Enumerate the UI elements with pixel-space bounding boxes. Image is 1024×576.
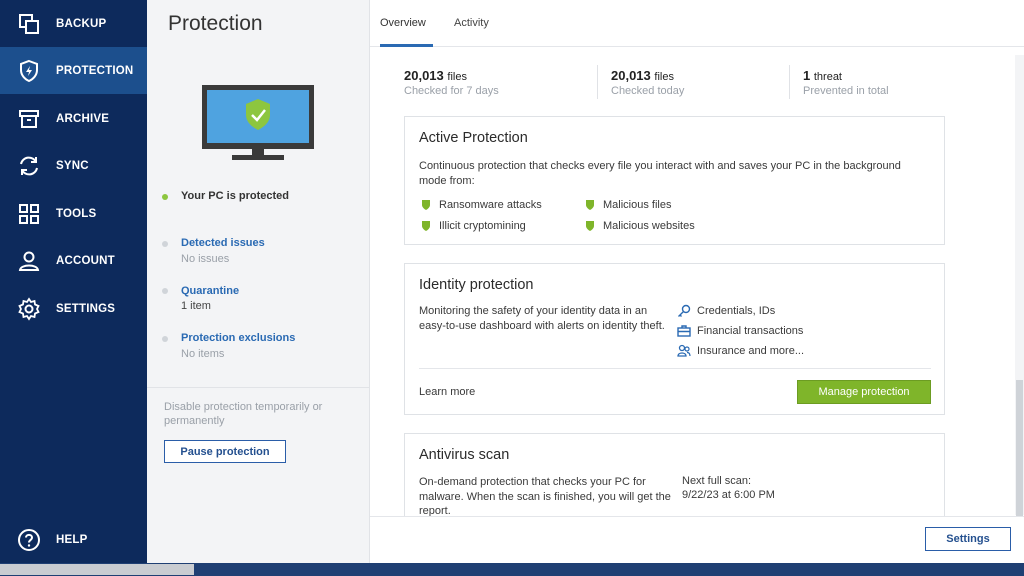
nav-backup[interactable]: BACKUP	[0, 0, 147, 47]
identity-feature-credentials: Credentials, IDs	[697, 305, 776, 317]
tab-overview[interactable]: Overview	[380, 17, 426, 29]
stat-threats-label: Prevented in total	[803, 85, 889, 97]
nav-settings[interactable]: SETTINGS	[0, 285, 147, 332]
green-shield-icon	[422, 200, 430, 210]
detected-issues-value: No issues	[181, 253, 230, 265]
key-icon	[678, 304, 691, 317]
protected-monitor-icon	[202, 85, 314, 160]
tab-activity[interactable]: Activity	[454, 17, 489, 29]
stat-checked-today-label: Checked today	[611, 85, 685, 97]
nav-tools-label: TOOLS	[56, 207, 97, 220]
stat-checked-7-days: 20,013 files	[404, 68, 467, 83]
bullet-dot	[162, 241, 168, 247]
nav-protection-label: PROTECTION	[56, 64, 134, 77]
protection-exclusions-value: No items	[181, 348, 225, 360]
bullet-dot	[162, 336, 168, 342]
gear-icon	[17, 297, 41, 321]
page-title: Protection	[168, 12, 263, 35]
sidebar: BACKUP PROTECTION ARCHIVE SYNC TOOLS ACC…	[0, 0, 147, 563]
active-protection-card: Active Protection Continuous protection …	[404, 116, 945, 245]
nav-tools[interactable]: TOOLS	[0, 190, 147, 237]
vertical-scrollbar-thumb[interactable]	[1016, 380, 1023, 516]
nav-protection[interactable]: PROTECTION	[0, 47, 147, 94]
tab-active-indicator	[380, 44, 433, 47]
quarantine-value: 1 item	[181, 300, 211, 312]
backup-icon	[17, 12, 41, 36]
next-scan-label: Next full scan:	[682, 475, 752, 487]
sync-icon	[17, 154, 41, 178]
tab-bar: Overview Activity	[370, 0, 1024, 47]
horizontal-scrollbar-thumb[interactable]	[0, 564, 194, 575]
stat-separator	[597, 65, 598, 99]
status-dot	[162, 194, 168, 200]
detected-issues-link[interactable]: Detected issues	[181, 237, 265, 249]
nav-account[interactable]: ACCOUNT	[0, 237, 147, 284]
help-icon	[17, 528, 41, 552]
nav-account-label: ACCOUNT	[56, 254, 115, 267]
identity-feature-financial: Financial transactions	[697, 325, 804, 337]
nav-sync[interactable]: SYNC	[0, 142, 147, 189]
people-icon	[677, 344, 691, 357]
next-scan-value: 9/22/23 at 6:00 PM	[682, 489, 775, 501]
nav-archive[interactable]: ARCHIVE	[0, 95, 147, 142]
antivirus-scan-title: Antivirus scan	[419, 447, 510, 463]
disable-protection-text: Disable protection temporarily or perman…	[164, 401, 323, 427]
nav-archive-label: ARCHIVE	[56, 112, 110, 125]
nav-settings-label: SETTINGS	[56, 302, 116, 315]
manage-protection-button[interactable]: Manage protection	[797, 380, 931, 404]
pause-protection-button[interactable]: Pause protection	[164, 440, 286, 463]
antivirus-scan-description: On-demand protection that checks your PC…	[419, 476, 671, 517]
learn-more-link[interactable]: Learn more	[419, 386, 475, 398]
identity-protection-title: Identity protection	[419, 277, 534, 293]
protection-panel: Protection Your PC is protected Detected…	[147, 0, 370, 563]
green-shield-icon	[422, 221, 430, 231]
protection-status: Your PC is protected	[181, 190, 289, 202]
identity-feature-insurance: Insurance and more...	[697, 345, 805, 357]
settings-button[interactable]: Settings	[925, 527, 1011, 551]
feature-cryptomining: Illicit cryptomining	[439, 220, 526, 232]
archive-icon	[17, 107, 41, 131]
bullet-dot	[162, 288, 168, 294]
nav-sync-label: SYNC	[56, 159, 89, 172]
identity-protection-card: Identity protection Monitoring the safet…	[404, 263, 945, 415]
tools-grid-icon	[17, 202, 41, 226]
card-divider	[419, 368, 931, 369]
protection-exclusions-link[interactable]: Protection exclusions	[181, 332, 295, 344]
stat-checked-today: 20,013 files	[611, 68, 674, 83]
feature-malicious-files: Malicious files	[603, 199, 672, 211]
stat-threats: 1 threat	[803, 68, 842, 83]
account-icon	[17, 249, 41, 273]
feature-malicious-websites: Malicious websites	[603, 220, 695, 232]
quarantine-link[interactable]: Quarantine	[181, 285, 239, 297]
bottom-bar: Settings	[370, 516, 1024, 563]
stat-separator	[789, 65, 790, 99]
antivirus-scan-card: Antivirus scan On-demand protection that…	[404, 433, 945, 517]
feature-ransomware: Ransomware attacks	[439, 199, 542, 211]
active-protection-title: Active Protection	[419, 130, 528, 146]
panel-divider	[147, 387, 369, 388]
green-shield-icon	[586, 221, 594, 231]
active-protection-description: Continuous protection that checks every …	[419, 160, 901, 187]
identity-protection-description: Monitoring the safety of your identity d…	[419, 305, 665, 332]
green-shield-icon	[586, 200, 594, 210]
briefcase-icon	[677, 325, 691, 337]
nav-help[interactable]: HELP	[0, 516, 147, 563]
stat-checked-7-days-label: Checked for 7 days	[404, 85, 499, 97]
nav-backup-label: BACKUP	[56, 17, 107, 30]
nav-help-label: HELP	[56, 533, 88, 546]
shield-icon	[17, 59, 41, 83]
